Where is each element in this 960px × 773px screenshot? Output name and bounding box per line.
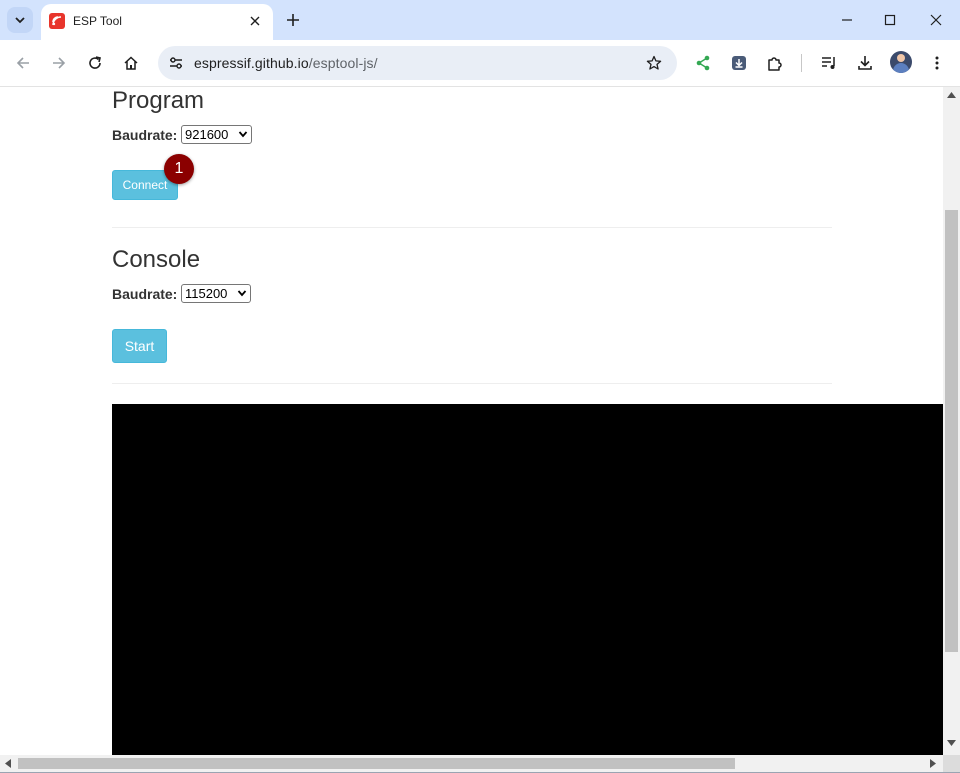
extensions-button[interactable] [762,50,788,76]
section-divider [112,227,832,228]
reload-icon [89,56,101,69]
browser-toolbar: espressif.github.io/esptool-js/ [0,40,960,87]
toolbar-separator [801,54,802,72]
plus-icon [287,14,299,26]
kebab-menu-icon [935,56,939,70]
close-window-button[interactable] [913,0,959,40]
chevron-down-icon [237,290,247,297]
minimize-icon [842,19,852,21]
tab-strip: ESP Tool [0,0,960,40]
share-icon [696,55,710,71]
program-heading: Program [112,87,205,114]
profile-avatar[interactable] [890,51,912,73]
media-controls-button[interactable] [816,50,842,76]
tab-close-button[interactable] [246,12,264,30]
scrollbar-corner [943,755,960,772]
close-icon [250,16,260,26]
vertical-scroll-thumb[interactable] [945,210,958,652]
url-path: /esptool-js/ [308,55,378,71]
tab-search-button[interactable] [7,7,33,33]
bookmark-button[interactable] [643,52,665,74]
console-heading: Console [112,246,201,273]
share-button[interactable] [690,50,716,76]
scroll-left-arrow-icon[interactable] [5,759,11,768]
horizontal-scrollbar[interactable] [0,755,943,772]
vertical-scrollbar[interactable] [943,87,960,755]
scroll-right-arrow-icon[interactable] [930,759,936,768]
new-tab-button[interactable] [281,8,305,32]
url-text[interactable]: espressif.github.io/esptool-js/ [194,55,378,71]
console-baudrate-value: 115200 [185,286,228,301]
forward-button[interactable] [46,50,72,76]
url-host: espressif.github.io [194,55,309,71]
maximize-button[interactable] [867,0,913,40]
star-icon [646,55,662,70]
active-tab[interactable]: ESP Tool [41,4,273,40]
puzzle-icon [768,57,782,71]
chevron-down-icon [15,17,25,24]
scroll-up-arrow-icon[interactable] [947,92,956,98]
page-viewport: Program Baudrate: 921600 Connect 1 Conso… [0,87,943,755]
downloads-button[interactable] [852,50,878,76]
program-baudrate-label: Baudrate: [112,127,178,143]
espressif-logo-icon [49,13,65,29]
install-app-button[interactable] [726,50,752,76]
chevron-down-icon [238,131,248,138]
minimize-button[interactable] [824,0,870,40]
back-button[interactable] [10,50,36,76]
install-icon [732,56,746,70]
site-info-button[interactable] [164,51,188,75]
close-icon [930,14,942,26]
tune-icon [170,57,182,69]
arrow-right-icon [53,57,66,69]
address-bar[interactable]: espressif.github.io/esptool-js/ [158,46,677,80]
horizontal-scroll-thumb[interactable] [18,758,735,769]
program-baudrate-value: 921600 [185,127,229,142]
scroll-down-arrow-icon[interactable] [947,740,956,746]
arrow-left-icon [16,57,29,69]
tab-title: ESP Tool [73,14,122,28]
download-icon [858,56,872,70]
console-baudrate-select[interactable]: 115200 [181,284,251,303]
reload-button[interactable] [82,50,108,76]
maximize-icon [884,14,896,26]
start-button[interactable]: Start [112,329,167,363]
media-queue-icon [822,57,835,69]
program-baudrate-select[interactable]: 921600 [181,125,252,144]
step-badge: 1 [164,154,194,184]
home-icon [124,56,138,70]
console-terminal[interactable] [112,404,943,755]
console-baudrate-label: Baudrate: [112,286,178,302]
home-button[interactable] [118,50,144,76]
section-divider [112,383,832,384]
chrome-menu-button[interactable] [924,50,950,76]
